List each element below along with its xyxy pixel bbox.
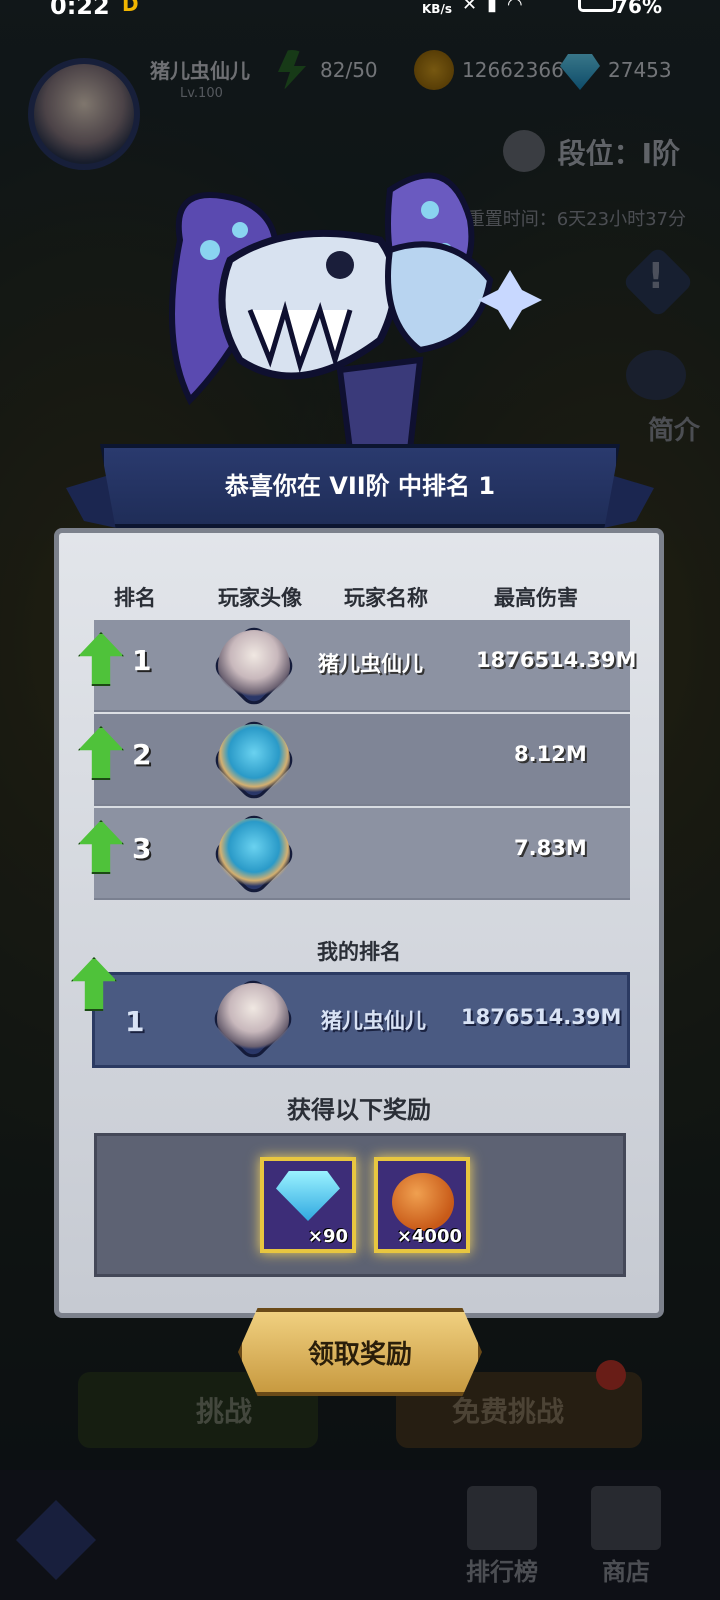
header-damage: 最高伤害 bbox=[494, 586, 578, 610]
reward-label: 获得以下奖励 bbox=[287, 1096, 431, 1124]
net-speed: KB/s bbox=[422, 2, 452, 16]
claim-reward-label: 领取奖励 bbox=[307, 1340, 412, 1370]
robot-avatar[interactable] bbox=[218, 818, 290, 890]
table-row[interactable]: 2 8.12M bbox=[78, 714, 630, 806]
header-avatar: 玩家头像 bbox=[218, 586, 302, 610]
reward-qty: ×4000 bbox=[396, 1226, 462, 1247]
battery-percent: 76% bbox=[614, 0, 662, 18]
status-bar: 0:22 D KB/s ✕ ▮ ◠ 76% bbox=[0, 0, 720, 22]
table-header: 排名 玩家头像 玩家名称 最高伤害 bbox=[94, 582, 624, 612]
damage-cell: 8.12M bbox=[514, 742, 587, 766]
carrier-badge: D bbox=[122, 0, 139, 16]
diamond-icon bbox=[276, 1171, 340, 1221]
reward-item-pumpkin[interactable]: ×4000 bbox=[374, 1157, 470, 1253]
my-name-cell: 猪儿虫仙儿 bbox=[321, 1009, 426, 1033]
signal-icon: ▮ bbox=[487, 0, 497, 15]
table-row[interactable]: 3 7.83M bbox=[78, 808, 630, 900]
reward-qty: ×90 bbox=[307, 1226, 348, 1247]
girl-avatar[interactable] bbox=[218, 630, 290, 702]
header-name: 玩家名称 bbox=[344, 586, 428, 610]
my-rank-label: 我的排名 bbox=[317, 940, 401, 964]
rank-number: 2 bbox=[132, 738, 152, 771]
battery-icon bbox=[578, 0, 616, 12]
girl-avatar[interactable] bbox=[217, 983, 289, 1055]
damage-cell: 7.83M bbox=[514, 836, 587, 860]
reward-item-diamond[interactable]: ×90 bbox=[260, 1157, 356, 1253]
rank-number: 1 bbox=[132, 644, 152, 677]
header-rank: 排名 bbox=[114, 586, 156, 610]
my-rank-row[interactable]: 1 猪儿虫仙儿 1876514.39M bbox=[71, 957, 630, 1068]
my-damage-cell: 1876514.39M bbox=[461, 1005, 622, 1029]
robot-avatar[interactable] bbox=[218, 724, 290, 796]
player-name-cell: 猪儿虫仙儿 bbox=[318, 652, 423, 676]
damage-cell: 1876514.39M bbox=[476, 648, 637, 672]
boss-flower-art bbox=[169, 172, 542, 450]
status-time: 0:22 bbox=[50, 0, 110, 20]
banner-title: 恭喜你在 VII阶 中排名 1 bbox=[224, 472, 496, 500]
rank-number: 3 bbox=[132, 832, 152, 865]
pumpkin-icon bbox=[392, 1173, 454, 1231]
mute-icon: ✕ bbox=[462, 0, 478, 15]
reward-box bbox=[94, 1133, 626, 1277]
table-row[interactable]: 1 猪儿虫仙儿 1876514.39M bbox=[78, 620, 636, 712]
status-icons: ✕ ▮ ◠ bbox=[462, 0, 523, 15]
wifi-icon: ◠ bbox=[507, 0, 523, 15]
my-rank-number: 1 bbox=[125, 1005, 145, 1038]
